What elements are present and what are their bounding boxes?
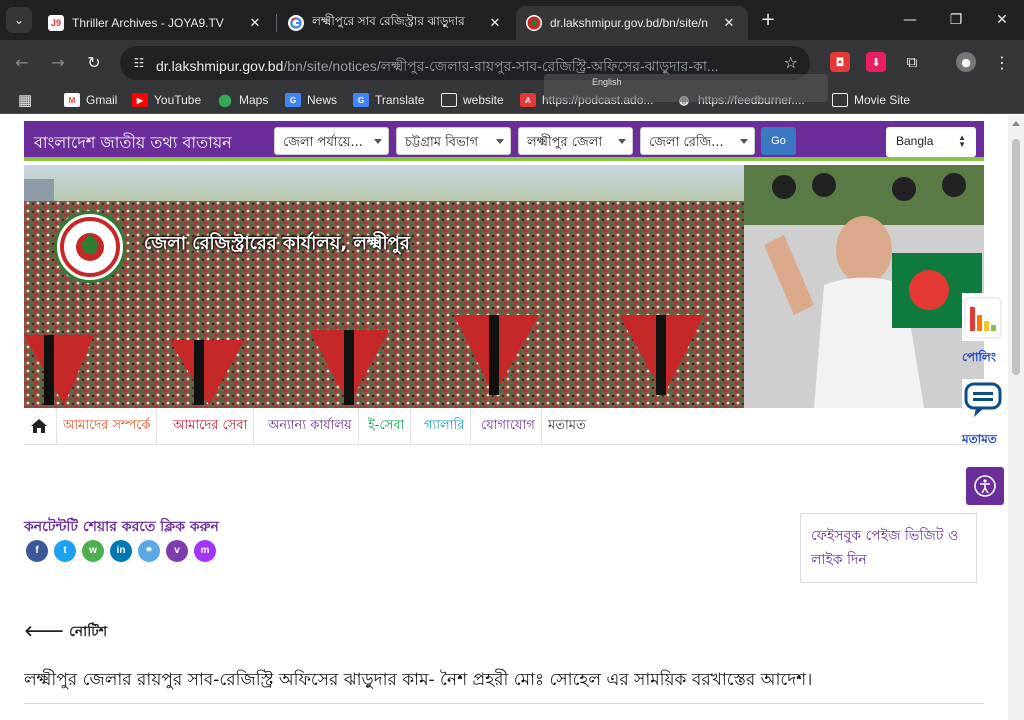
accessibility-button[interactable] bbox=[966, 467, 1004, 505]
chevron-down-icon bbox=[496, 139, 504, 144]
chevron-down-icon bbox=[618, 139, 626, 144]
arrow-left-icon: 🡐 bbox=[24, 622, 65, 640]
bookmark-movie-site-folder[interactable]: Movie Site bbox=[832, 91, 910, 109]
banner-rally-illustration bbox=[24, 165, 984, 408]
adobe-icon: A bbox=[520, 93, 536, 107]
facebook-page-box[interactable]: ফেইসবুক পেইজ ভিজিট ও লাইক দিন bbox=[800, 513, 977, 583]
page-viewport: বাংলাদেশ জাতীয় তথ্য বাতায়ন জেলা পর্যায… bbox=[0, 115, 1024, 720]
download-extension-icon[interactable]: ⬇ bbox=[866, 52, 886, 72]
scroll-thumb[interactable] bbox=[1012, 139, 1020, 375]
youtube-icon: ▶ bbox=[132, 93, 148, 107]
office-banner: জেলা রেজিস্ট্রারের কার্যালয়, লক্ষ্মীপুর bbox=[24, 165, 984, 408]
tab-strip: ⌄ J9 Thriller Archives - JOYA9.TV ✕ লক্ষ… bbox=[0, 0, 1024, 40]
bookmark-maps[interactable]: ⬤ Maps bbox=[217, 91, 268, 109]
polling-widget[interactable] bbox=[962, 293, 1004, 341]
office-title: জেলা রেজিস্ট্রারের কার্যালয়, লক্ষ্মীপুর bbox=[144, 233, 410, 254]
whatsapp-icon[interactable]: w bbox=[82, 540, 104, 562]
folder-icon bbox=[832, 93, 848, 107]
forward-button[interactable]: → bbox=[46, 51, 70, 75]
page-scrollbar[interactable] bbox=[1008, 115, 1024, 720]
overlay-language-label: English bbox=[592, 77, 622, 87]
bookmark-news[interactable]: G News bbox=[285, 91, 337, 109]
chrome-menu-icon[interactable]: ⋮ bbox=[992, 52, 1012, 72]
bookmark-translate[interactable]: G Translate bbox=[353, 91, 425, 109]
go-button[interactable]: Go bbox=[761, 127, 796, 155]
language-select[interactable]: Bangla ▲ ▼ bbox=[886, 127, 976, 157]
maps-icon: ⬤ bbox=[218, 93, 232, 107]
chevron-down-icon bbox=[374, 139, 382, 144]
new-tab-button[interactable]: + bbox=[758, 10, 778, 30]
chevron-down-icon bbox=[740, 139, 748, 144]
poll-chart-icon bbox=[964, 297, 1002, 339]
reload-button[interactable]: ↻ bbox=[82, 51, 106, 75]
nav-about-us[interactable]: আমাদের সম্পর্কে bbox=[57, 408, 158, 444]
notice-back-link[interactable]: 🡐 নোটিশ bbox=[24, 620, 107, 644]
facebook-icon[interactable]: f bbox=[26, 540, 48, 562]
twitter-icon[interactable]: t bbox=[54, 540, 76, 562]
extensions-puzzle-icon[interactable]: ⧉ bbox=[902, 52, 922, 72]
nav-e-services[interactable]: ই-সেবা bbox=[362, 408, 412, 444]
nav-home[interactable] bbox=[24, 408, 57, 444]
main-navigation: আমাদের সম্পর্কে আমাদের সেবা অন্যান্য কার… bbox=[24, 408, 984, 445]
feedback-widget[interactable] bbox=[962, 379, 1004, 421]
notice-title: লক্ষ্মীপুর জেলার রায়পুর সাব-রেজিস্ট্রি … bbox=[24, 667, 984, 704]
chat-bubble-icon bbox=[964, 382, 1002, 417]
google-icon bbox=[288, 15, 304, 31]
joya9-icon: J9 bbox=[48, 15, 64, 31]
browser-toolbar: ← → ↻ ☷ dr.lakshmipur.gov.bd/bn/site/not… bbox=[0, 40, 1024, 86]
portal-title[interactable]: বাংলাদেশ জাতীয় তথ্য বাতায়ন bbox=[34, 130, 232, 157]
bookmark-gmail[interactable]: M Gmail bbox=[64, 91, 117, 109]
translate-icon: G bbox=[353, 93, 369, 107]
share-heading: কনটেন্টটি শেয়ার করতে ক্লিক করুন bbox=[24, 519, 219, 535]
close-icon[interactable]: ✕ bbox=[246, 15, 264, 31]
site-info-icon[interactable]: ☷ bbox=[130, 54, 148, 72]
scroll-up-arrow-icon[interactable] bbox=[1012, 121, 1020, 126]
tab-thriller-archives[interactable]: J9 Thriller Archives - JOYA9.TV ✕ bbox=[38, 6, 274, 40]
home-icon bbox=[31, 419, 47, 433]
select-district[interactable]: লক্ষ্মীপুর জেলা bbox=[518, 127, 633, 155]
folder-icon bbox=[441, 93, 457, 107]
close-icon[interactable]: ✕ bbox=[486, 15, 504, 31]
gmail-icon: M bbox=[64, 93, 80, 107]
accessibility-icon bbox=[974, 475, 996, 497]
tab-google-search[interactable]: লক্ষ্মীপুরে সাব রেজিস্ট্রার ঝাড়ুদার ✕ bbox=[278, 6, 514, 40]
bookmark-website-folder[interactable]: website bbox=[441, 91, 504, 109]
nav-our-services[interactable]: আমাদের সেবা bbox=[167, 408, 255, 444]
select-level[interactable]: জেলা পর্যায়ে... bbox=[274, 127, 389, 155]
bookmark-youtube[interactable]: ▶ YouTube bbox=[132, 91, 201, 109]
apps-grid-icon[interactable]: ▦ bbox=[18, 91, 32, 109]
back-button[interactable]: ← bbox=[10, 51, 34, 75]
nav-gallery[interactable]: গ্যালারি bbox=[418, 408, 472, 444]
gov-bd-icon bbox=[526, 15, 542, 31]
close-icon[interactable]: ✕ bbox=[720, 15, 738, 31]
tab-title: Thriller Archives - JOYA9.TV bbox=[72, 16, 224, 30]
select-office[interactable]: জেলা রেজি... bbox=[640, 127, 755, 155]
link-icon[interactable]: ⚭ bbox=[138, 540, 160, 562]
polling-label[interactable]: পোলিং bbox=[962, 349, 996, 369]
bookmark-star-icon[interactable]: ☆ bbox=[784, 53, 798, 72]
government-seal-logo bbox=[54, 211, 126, 283]
feedback-label[interactable]: মতামত bbox=[962, 431, 997, 451]
pocket-extension-icon[interactable]: ◘ bbox=[830, 52, 850, 72]
nav-other-offices[interactable]: অন্যান্য কার্যালয় bbox=[262, 408, 359, 444]
tab-lakshmipur-gov[interactable]: dr.lakshmipur.gov.bd/bn/site/n ✕ bbox=[516, 6, 748, 40]
nav-feedback[interactable]: মতামত bbox=[542, 408, 592, 444]
news-icon: G bbox=[285, 93, 301, 107]
profile-avatar[interactable]: ● bbox=[956, 52, 976, 72]
select-division[interactable]: চট্টগ্রাম বিভাগ bbox=[396, 127, 511, 155]
updown-icon: ▲ ▼ bbox=[958, 133, 966, 149]
tab-title: dr.lakshmipur.gov.bd/bn/site/n bbox=[550, 16, 708, 30]
minimize-button[interactable]: — bbox=[898, 8, 922, 32]
tab-title: লক্ষ্মীপুরে সাব রেজিস্ট্রার ঝাড়ুদার bbox=[312, 14, 465, 28]
tab-search-button[interactable]: ⌄ bbox=[6, 7, 32, 33]
bookmarks-bar: ▦ M Gmail ▶ YouTube ⬤ Maps G News G Translate… bbox=[0, 86, 1024, 114]
linkedin-icon[interactable]: in bbox=[110, 540, 132, 562]
messenger-icon[interactable]: m bbox=[194, 540, 216, 562]
viber-icon[interactable]: v bbox=[166, 540, 188, 562]
portal-header-bar: বাংলাদেশ জাতীয় তথ্য বাতায়ন জেলা পর্যায… bbox=[24, 121, 984, 161]
translucent-overlay-toolbar: English bbox=[544, 74, 828, 102]
close-window-button[interactable]: ✕ bbox=[990, 8, 1014, 32]
nav-contact[interactable]: যোগাযোগ bbox=[475, 408, 542, 444]
maximize-button[interactable]: ❐ bbox=[944, 8, 968, 32]
